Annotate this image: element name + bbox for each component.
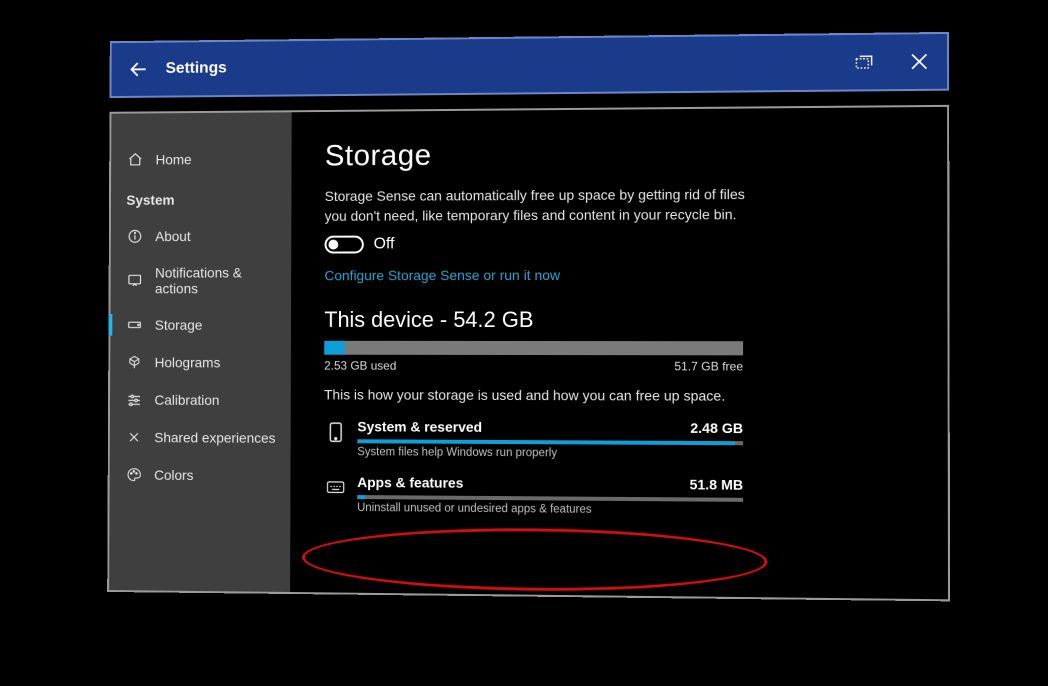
- row-size: 2.48 GB: [690, 420, 743, 436]
- sidebar-item-shared-experiences[interactable]: Shared experiences: [110, 418, 291, 456]
- home-icon: [127, 151, 144, 169]
- sidebar-item-label: Shared experiences: [154, 429, 275, 445]
- shared-icon: [125, 428, 142, 446]
- row-bar: [357, 495, 743, 502]
- main-content: Storage Storage Sense can automatically …: [290, 107, 948, 599]
- storage-sense-toggle-row: Off: [325, 234, 913, 254]
- storage-icon: [126, 316, 143, 334]
- row-size: 51.8 MB: [690, 476, 744, 493]
- sidebar-item-label: Colors: [154, 467, 193, 483]
- device-icon: [324, 418, 348, 446]
- holograms-icon: [126, 353, 143, 371]
- sidebar-item-label: Storage: [155, 317, 203, 333]
- free-label: 51.7 GB free: [674, 359, 743, 373]
- sidebar-item-label: Holograms: [155, 354, 221, 370]
- sidebar-item-holograms[interactable]: Holograms: [110, 344, 291, 382]
- storage-row-apps-features[interactable]: Apps & features 51.8 MB Uninstall unused…: [324, 474, 913, 518]
- sidebar-item-about[interactable]: About: [111, 217, 292, 255]
- info-icon: [126, 227, 143, 245]
- row-bar: [357, 439, 743, 445]
- window-title: Settings: [166, 60, 227, 78]
- configure-storage-sense-link[interactable]: Configure Storage Sense or run it now: [324, 267, 560, 283]
- close-button[interactable]: [892, 34, 947, 89]
- sidebar-item-home[interactable]: Home: [111, 140, 292, 179]
- row-name: System & reserved: [357, 419, 482, 436]
- sidebar-item-label: Home: [156, 151, 192, 167]
- row-name: Apps & features: [357, 474, 463, 491]
- storage-row-system-reserved[interactable]: System & reserved 2.48 GB System files h…: [324, 418, 913, 461]
- storage-sense-description: Storage Sense can automatically free up …: [325, 185, 754, 226]
- used-label: 2.53 GB used: [324, 359, 396, 373]
- page-title: Storage: [325, 136, 913, 174]
- row-bar-fill: [357, 439, 735, 445]
- storage-sense-toggle[interactable]: [325, 236, 364, 254]
- row-bar-fill: [357, 495, 365, 499]
- device-usage-fill: [324, 341, 345, 355]
- breakdown-description: This is how your storage is used and how…: [324, 387, 913, 405]
- apps-icon: [324, 474, 348, 502]
- device-usage-labels: 2.53 GB used 51.7 GB free: [324, 359, 743, 374]
- row-sub: System files help Windows run properly: [357, 446, 912, 461]
- row-sub: Uninstall unused or undesired apps & fea…: [357, 502, 913, 518]
- sidebar-item-label: Notifications & actions: [155, 265, 280, 297]
- settings-window: Settings Home Sy: [107, 32, 950, 601]
- back-button[interactable]: [111, 43, 165, 96]
- sidebar: Home System About Notifications & action…: [109, 112, 292, 592]
- sidebar-item-label: About: [155, 228, 190, 244]
- arrow-left-icon: [128, 58, 149, 80]
- sidebar-item-label: Calibration: [154, 392, 219, 408]
- close-icon: [910, 52, 928, 70]
- multitask-button[interactable]: [836, 35, 891, 90]
- storage-sense-toggle-label: Off: [374, 236, 395, 254]
- window-body: Home System About Notifications & action…: [107, 105, 950, 602]
- sidebar-group-system: System: [111, 177, 292, 217]
- sliders-icon: [125, 391, 142, 409]
- palette-icon: [125, 466, 142, 484]
- toggle-knob: [328, 240, 338, 250]
- notifications-icon: [126, 272, 143, 290]
- device-usage-bar: [324, 341, 743, 356]
- sidebar-item-calibration[interactable]: Calibration: [110, 381, 291, 419]
- sidebar-item-storage[interactable]: Storage: [110, 306, 291, 344]
- multitask-icon: [854, 53, 874, 71]
- device-heading: This device - 54.2 GB: [324, 307, 912, 333]
- sidebar-item-colors[interactable]: Colors: [110, 456, 291, 495]
- sidebar-item-notifications[interactable]: Notifications & actions: [110, 255, 291, 307]
- titlebar: Settings: [110, 32, 950, 98]
